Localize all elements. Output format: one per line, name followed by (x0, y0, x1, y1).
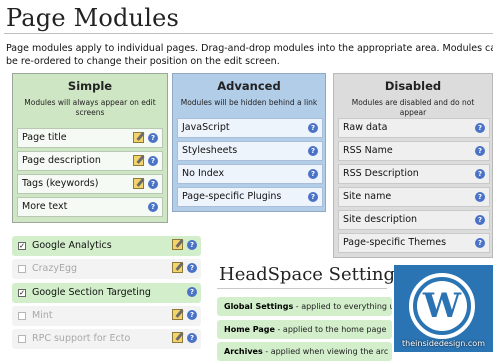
plugin-mint[interactable]: Mint ? (12, 306, 201, 326)
module-page-title[interactable]: Page title ? (17, 128, 163, 148)
module-site-description[interactable]: Site description ? (338, 210, 490, 230)
edit-pencil-icon[interactable] (172, 332, 183, 343)
edit-pencil-icon[interactable] (172, 262, 183, 273)
module-label: Page description (22, 155, 101, 166)
module-tags-keywords[interactable]: Tags (keywords) ? (17, 174, 163, 194)
settings-link-global[interactable]: Global Settings (224, 302, 293, 311)
plugin-label: Google Section Targeting (32, 287, 151, 298)
edit-pencil-icon[interactable] (133, 155, 144, 166)
plugin-checkbox[interactable] (18, 265, 26, 273)
intro-line-2: be re-ordered to change their position o… (6, 56, 280, 67)
module-label: No Index (182, 168, 225, 179)
watermark-text: theinsidedesign.com (402, 339, 485, 348)
plugin-crazyegg[interactable]: CrazyEgg ? (12, 259, 201, 279)
logo-letter: W (422, 286, 462, 326)
settings-desc: - applied to the home page (274, 325, 387, 334)
disabled-heading: Disabled (384, 79, 442, 93)
module-label: RSS Description (343, 168, 419, 179)
module-label: More text (22, 201, 68, 212)
advanced-subtitle: Modules will be hidden behind a link (180, 98, 318, 107)
question-mark-icon[interactable]: ? (148, 133, 158, 143)
question-mark-icon[interactable]: ? (308, 169, 318, 179)
module-page-specific-plugins[interactable]: Page-specific Plugins ? (177, 187, 323, 207)
plugin-checkbox[interactable] (18, 335, 26, 343)
intro-text: Page modules apply to individual pages. … (6, 42, 493, 68)
edit-pencil-icon[interactable] (172, 309, 183, 320)
settings-link-home-page[interactable]: Home Page (224, 325, 275, 334)
plugin-label: Mint (32, 310, 53, 321)
module-page-description[interactable]: Page description ? (17, 151, 163, 171)
module-label: Page title (22, 132, 67, 143)
settings-desc: - applied to everything u (293, 302, 392, 311)
question-mark-icon[interactable]: ? (187, 333, 197, 343)
headspace-divider (217, 288, 387, 289)
module-label: RSS Name (343, 145, 393, 156)
disabled-modules-column: Disabled Modules are disabled and do not… (333, 73, 493, 258)
question-mark-icon[interactable]: ? (148, 179, 158, 189)
question-mark-icon[interactable]: ? (308, 192, 318, 202)
module-no-index[interactable]: No Index ? (177, 164, 323, 184)
module-label: JavaScript (182, 122, 230, 133)
question-mark-icon[interactable]: ? (187, 310, 197, 320)
question-mark-icon[interactable]: ? (475, 215, 485, 225)
module-javascript[interactable]: JavaScript ? (177, 118, 323, 138)
page-title: Page Modules (6, 4, 180, 32)
simple-modules-column: Simple Modules will always appear on edi… (12, 73, 168, 223)
wordpress-logo: W theinsidedesign.com (394, 265, 493, 352)
module-stylesheets[interactable]: Stylesheets ? (177, 141, 323, 161)
module-rss-description[interactable]: RSS Description ? (338, 164, 490, 184)
question-mark-icon[interactable]: ? (475, 146, 485, 156)
advanced-modules-column: Advanced Modules will be hidden behind a… (172, 73, 326, 212)
plugin-label: Google Analytics (32, 240, 112, 251)
plugin-label: RPC support for Ecto (32, 333, 131, 344)
edit-pencil-icon[interactable] (133, 132, 144, 143)
question-mark-icon[interactable]: ? (475, 192, 485, 202)
advanced-heading: Advanced (217, 79, 281, 93)
question-mark-icon[interactable]: ? (308, 146, 318, 156)
edit-pencil-icon[interactable] (133, 178, 144, 189)
question-mark-icon[interactable]: ? (187, 263, 197, 273)
module-label: Page-specific Plugins (182, 191, 282, 202)
question-mark-icon[interactable]: ? (475, 169, 485, 179)
module-rss-name[interactable]: RSS Name ? (338, 141, 490, 161)
disabled-subtitle: Modules are disabled and do not appear (351, 98, 475, 117)
settings-global[interactable]: Global Settings - applied to everything … (217, 297, 392, 316)
question-mark-icon[interactable]: ? (308, 123, 318, 133)
plugin-checkbox[interactable]: ✓ (18, 289, 26, 297)
question-mark-icon[interactable]: ? (187, 287, 197, 297)
plugin-label: CrazyEgg (32, 263, 78, 274)
question-mark-icon[interactable]: ? (148, 156, 158, 166)
simple-heading: Simple (67, 79, 113, 93)
module-label: Site name (343, 191, 392, 202)
edit-pencil-icon[interactable] (172, 239, 183, 250)
question-mark-icon[interactable]: ? (475, 123, 485, 133)
question-mark-icon[interactable]: ? (148, 202, 158, 212)
module-label: Tags (keywords) (22, 178, 99, 189)
module-label: Site description (343, 214, 418, 225)
intro-line-1: Page modules apply to individual pages. … (6, 43, 493, 54)
plugin-google-analytics[interactable]: ✓ Google Analytics ? (12, 236, 201, 256)
module-label: Page-specific Themes (343, 237, 447, 248)
module-site-name[interactable]: Site name ? (338, 187, 490, 207)
title-divider (4, 33, 493, 34)
question-mark-icon[interactable]: ? (475, 238, 485, 248)
plugin-rpc-support-ecto[interactable]: RPC support for Ecto ? (12, 329, 201, 349)
module-raw-data[interactable]: Raw data ? (338, 118, 490, 138)
plugin-checkbox[interactable]: ✓ (18, 242, 26, 250)
headspace-settings-title: HeadSpace Settings (219, 264, 405, 285)
settings-home-page[interactable]: Home Page - applied to the home page (217, 320, 392, 339)
plugin-google-section-targeting[interactable]: ✓ Google Section Targeting ? (12, 283, 201, 303)
module-label: Stylesheets (182, 145, 238, 156)
question-mark-icon[interactable]: ? (187, 240, 197, 250)
module-more-text[interactable]: More text ? (17, 197, 163, 217)
module-page-specific-themes[interactable]: Page-specific Themes ? (338, 233, 490, 253)
simple-subtitle: Modules will always appear on edit scree… (24, 98, 156, 117)
plugin-checkbox[interactable] (18, 312, 26, 320)
module-label: Raw data (343, 122, 388, 133)
